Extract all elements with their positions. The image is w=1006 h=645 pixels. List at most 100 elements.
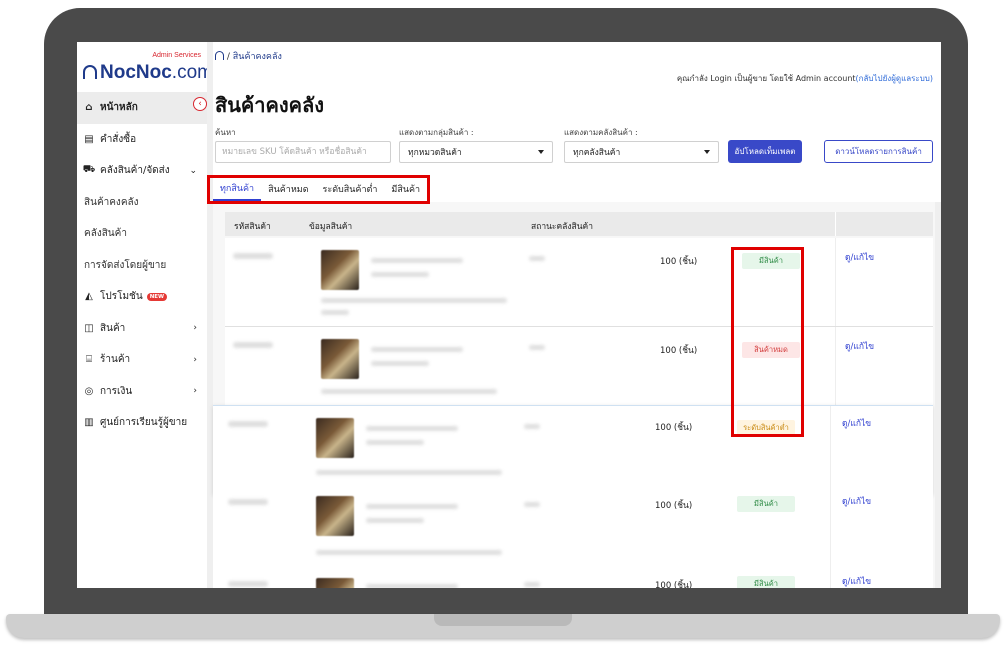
sidebar-collapse-button[interactable]: ‹ [193, 97, 207, 111]
back-to-admin-link[interactable]: (กลับไปยังผู้ดูแลระบบ) [856, 74, 933, 83]
table-scrollbar[interactable] [935, 202, 941, 588]
stock-quantity: 100 (ชิ้น) [660, 257, 698, 267]
sidebar-item-inventory[interactable]: สินค้าคงคลัง [77, 187, 207, 219]
sidebar-item-label: โปรโมชัน [100, 291, 143, 303]
view-edit-link[interactable]: ดู/แก้ไข [845, 250, 874, 264]
stock-quantity: 100 (ชิ้น) [655, 423, 693, 433]
status-badge: มีสินค้า [737, 576, 795, 588]
sidebar-item-promotions[interactable]: ◭ โปรโมชัน NEW [77, 281, 207, 313]
group-filter-value: ทุกหมวดสินค้า [408, 148, 462, 158]
blurred-product-name [321, 298, 507, 303]
home-icon[interactable] [215, 51, 224, 60]
product-thumbnail[interactable] [321, 339, 359, 379]
chevron-left-icon: ‹ [198, 99, 202, 109]
blurred-product-code [371, 272, 429, 277]
sidebar-item-label: สินค้าคงคลัง [84, 196, 139, 208]
sidebar-item-finance[interactable]: ◎ การเงิน › [77, 376, 207, 408]
sidebar-item-label: คลังสินค้า/จัดส่ง [100, 165, 170, 177]
book-icon: ▥ [84, 417, 94, 429]
blurred-warehouse [524, 424, 540, 429]
chevron-right-icon: › [193, 386, 197, 397]
group-filter-select[interactable]: ทุกหมวดสินค้า [399, 141, 553, 163]
warehouse-filter-value: ทุกคลังสินค้า [573, 148, 621, 158]
tab-out-of-stock[interactable]: สินค้าหมด [261, 177, 315, 201]
blurred-warehouse [524, 502, 540, 507]
sidebar-item-label: สินค้า [100, 322, 126, 334]
blurred-product-code [371, 361, 429, 366]
sidebar-item-label: ศูนย์การเรียนรู้ผู้ขาย [100, 417, 188, 429]
chevron-down-icon: ⌄ [189, 165, 197, 176]
sidebar-item-home[interactable]: ⌂ หน้าหลัก [77, 92, 207, 124]
caret-down-icon [538, 150, 544, 154]
product-thumbnail[interactable] [316, 578, 354, 588]
status-badge: มีสินค้า [742, 253, 800, 269]
blurred-product-code [366, 440, 424, 445]
truck-icon: ⛟ [82, 164, 96, 176]
brand-name-bold: NocNoc [100, 62, 172, 83]
table-row: 100 (ชิ้น) สินค้าหมด ดู/แก้ไข [225, 327, 933, 416]
warehouse-filter-select[interactable]: ทุกคลังสินค้า [564, 141, 719, 163]
sidebar: Admin Services NocNoc.com ⌂ หน้าหลัก ▤ ค… [77, 42, 213, 588]
blurred-product-name [321, 310, 349, 315]
status-badge: ระดับสินค้าต่ำ [737, 420, 795, 436]
box-icon: ◫ [84, 322, 94, 334]
caret-down-icon [704, 150, 710, 154]
brand-logo[interactable]: Admin Services NocNoc.com [83, 50, 213, 88]
breadcrumb-current[interactable]: สินค้าคงคลัง [233, 52, 282, 62]
view-edit-link[interactable]: ดู/แก้ไข [842, 416, 871, 430]
sidebar-item-learning-center[interactable]: ▥ ศูนย์การเรียนรู้ผู้ขาย [77, 407, 207, 439]
product-thumbnail[interactable] [321, 250, 359, 290]
status-badge: มีสินค้า [737, 496, 795, 512]
blurred-product-sku [366, 426, 458, 431]
status-tabs: ทุกสินค้า สินค้าหมด ระดับสินค้าต่ำ มีสิน… [213, 177, 427, 201]
blurred-product-name [321, 389, 497, 394]
page-title: สินค้าคงคลัง [215, 93, 325, 117]
blurred-product-name [316, 470, 502, 475]
warehouse-filter-label: แสดงตามคลังสินค้า : [564, 128, 638, 137]
table-row: 100 (ชิ้น) ระดับสินค้าต่ำ ดู/แก้ไข [213, 405, 933, 495]
download-product-list-button[interactable]: ดาวน์โหลดรายการสินค้า [824, 140, 933, 163]
column-header-stock-status: สถานะคลังสินค้า [531, 222, 593, 232]
table-header: รหัสสินค้า ข้อมูลสินค้า สถานะคลังสินค้า [225, 212, 933, 236]
upload-template-button[interactable]: อัปโหลดเท็มเพลต [728, 140, 802, 163]
tab-in-stock[interactable]: มีสินค้า [384, 177, 427, 201]
product-thumbnail[interactable] [316, 418, 354, 458]
sidebar-item-warehouse-shipping[interactable]: ⛟ คลังสินค้า/จัดส่ง ⌄ [77, 155, 207, 187]
tab-all-products[interactable]: ทุกสินค้า [213, 177, 262, 201]
sidebar-item-store[interactable]: ⌸ ร้านค้า › [77, 344, 207, 376]
blurred-warehouse [529, 256, 545, 261]
blurred-warehouse [524, 582, 540, 587]
tab-low-stock[interactable]: ระดับสินค้าต่ำ [316, 177, 385, 201]
sidebar-item-products[interactable]: ◫ สินค้า › [77, 313, 207, 345]
home-icon: ⌂ [85, 102, 93, 114]
sidebar-nav: ⌂ หน้าหลัก ▤ คำสั่งซื้อ ⛟ คลังสินค้า/จัด… [77, 92, 207, 439]
header-divider [835, 212, 836, 236]
stock-quantity: 100 (ชิ้น) [655, 581, 693, 588]
sidebar-item-label: หน้าหลัก [100, 102, 138, 114]
view-edit-link[interactable]: ดู/แก้ไข [842, 494, 871, 508]
blurred-sku [228, 581, 268, 587]
view-edit-link[interactable]: ดู/แก้ไข [842, 574, 871, 588]
blurred-product-sku [371, 347, 463, 352]
sidebar-item-warehouses[interactable]: คลังสินค้า [77, 218, 207, 250]
main-content: / สินค้าคงคลัง คุณกำลัง Login เป็นผู้ขาย… [213, 42, 941, 588]
blurred-sku [233, 253, 273, 259]
blurred-product-code [366, 518, 424, 523]
inventory-table: รหัสสินค้า ข้อมูลสินค้า สถานะคลังสินค้า … [213, 202, 941, 588]
view-edit-link[interactable]: ดู/แก้ไข [845, 339, 874, 353]
column-header-product-info: ข้อมูลสินค้า [309, 222, 353, 232]
login-note-text: คุณกำลัง Login เป็นผู้ขาย โดยใช้ Admin a… [676, 74, 856, 83]
login-note: คุณกำลัง Login เป็นผู้ขาย โดยใช้ Admin a… [677, 72, 933, 85]
search-input[interactable] [215, 141, 391, 163]
product-thumbnail[interactable] [316, 496, 354, 536]
stock-quantity: 100 (ชิ้น) [655, 501, 693, 511]
blurred-sku [228, 499, 268, 505]
new-badge: NEW [146, 292, 168, 301]
blurred-sku [233, 342, 273, 348]
sidebar-item-orders[interactable]: ▤ คำสั่งซื้อ [77, 124, 207, 156]
chevron-right-icon: › [193, 323, 197, 334]
sidebar-item-label: ร้านค้า [100, 354, 131, 366]
sidebar-item-seller-shipping[interactable]: การจัดส่งโดยผู้ขาย [77, 250, 207, 282]
breadcrumb: / สินค้าคงคลัง [215, 49, 282, 63]
column-divider [830, 406, 831, 494]
